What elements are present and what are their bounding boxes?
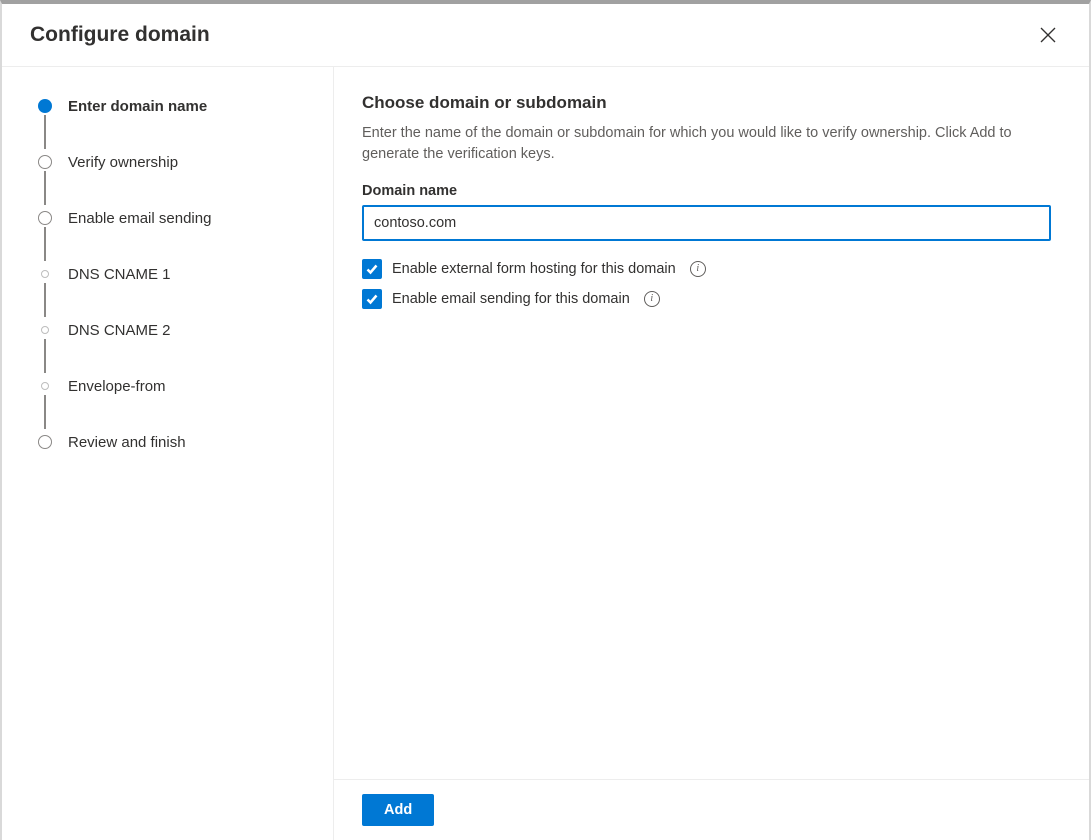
step-marker-sub-icon: [41, 270, 49, 278]
info-icon[interactable]: [644, 291, 660, 307]
enable-email-sending-checkbox[interactable]: [362, 289, 382, 309]
panel-footer: Add: [334, 779, 1089, 840]
enable-form-hosting-row: Enable external form hosting for this do…: [362, 259, 1051, 279]
domain-name-label: Domain name: [362, 183, 1051, 199]
wizard-steps-sidebar: Enter domain name Verify ownership Enabl…: [2, 67, 334, 840]
step-dns-cname-2[interactable]: DNS CNAME 2: [38, 319, 313, 341]
step-envelope-from[interactable]: Envelope-from: [38, 375, 313, 397]
step-marker-sub-icon: [41, 382, 49, 390]
checkbox-label: Enable email sending for this domain: [392, 291, 630, 307]
configure-domain-panel: Configure domain Enter domain name Verif…: [0, 0, 1091, 840]
panel-body: Enter domain name Verify ownership Enabl…: [2, 67, 1089, 840]
close-button[interactable]: [1035, 22, 1061, 48]
checkmark-icon: [365, 262, 379, 276]
step-connector: [44, 395, 46, 429]
step-dns-cname-1[interactable]: DNS CNAME 1: [38, 263, 313, 285]
panel-title: Configure domain: [30, 23, 210, 47]
checkbox-label: Enable external form hosting for this do…: [392, 261, 676, 277]
info-icon[interactable]: [690, 261, 706, 277]
step-marker-icon: [38, 435, 52, 449]
step-connector: [44, 171, 46, 205]
add-button[interactable]: Add: [362, 794, 434, 826]
section-description: Enter the name of the domain or subdomai…: [362, 123, 1051, 165]
enable-email-sending-row: Enable email sending for this domain: [362, 289, 1051, 309]
step-verify-ownership[interactable]: Verify ownership: [38, 151, 313, 173]
step-label: Enable email sending: [68, 210, 211, 227]
step-label: Verify ownership: [68, 154, 178, 171]
step-connector: [44, 227, 46, 261]
step-connector: [44, 283, 46, 317]
step-connector: [44, 339, 46, 373]
main-area: Choose domain or subdomain Enter the nam…: [334, 67, 1089, 840]
close-icon: [1039, 26, 1057, 44]
section-title: Choose domain or subdomain: [362, 93, 1051, 113]
panel-header: Configure domain: [2, 4, 1089, 67]
step-enter-domain-name[interactable]: Enter domain name: [38, 95, 313, 117]
steps-list: Enter domain name Verify ownership Enabl…: [38, 95, 313, 453]
step-label: Envelope-from: [68, 378, 166, 395]
checkmark-icon: [365, 292, 379, 306]
step-connector: [44, 115, 46, 149]
step-label: DNS CNAME 2: [68, 322, 171, 339]
step-marker-icon: [38, 155, 52, 169]
step-marker-current-icon: [38, 99, 52, 113]
step-review-and-finish[interactable]: Review and finish: [38, 431, 313, 453]
main-content: Choose domain or subdomain Enter the nam…: [334, 67, 1089, 779]
step-enable-email-sending[interactable]: Enable email sending: [38, 207, 313, 229]
step-label: DNS CNAME 1: [68, 266, 171, 283]
domain-name-input[interactable]: [362, 205, 1051, 241]
enable-form-hosting-checkbox[interactable]: [362, 259, 382, 279]
step-marker-sub-icon: [41, 326, 49, 334]
step-marker-icon: [38, 211, 52, 225]
step-label: Review and finish: [68, 434, 186, 451]
step-label: Enter domain name: [68, 98, 207, 115]
